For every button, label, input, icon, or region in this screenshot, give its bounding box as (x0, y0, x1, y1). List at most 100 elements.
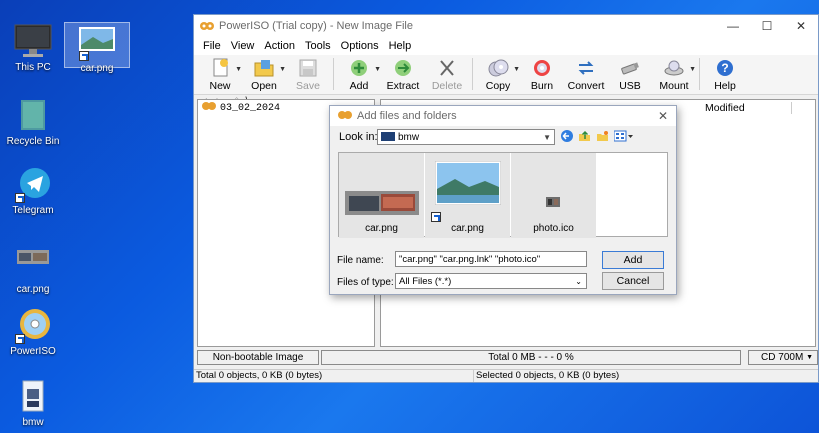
disc-image-icon (202, 101, 216, 115)
desktop-icon-telegram[interactable]: Telegram (0, 165, 66, 217)
look-in-select[interactable]: bmw ▼ (377, 129, 555, 145)
up-folder-icon[interactable] (578, 130, 591, 145)
minimize-button[interactable]: — (716, 19, 750, 33)
toolbar-open-button[interactable]: Open ▼ (242, 54, 286, 94)
files-of-type-select[interactable]: All Files (*.*) ⌄ (395, 273, 587, 289)
desktop-icon-car-png[interactable]: car.png (64, 22, 130, 74)
burn-icon (531, 58, 553, 78)
files-of-type-label: Files of type: (337, 277, 394, 288)
column-divider (791, 102, 792, 114)
desktop-icon-label: Telegram (12, 205, 54, 216)
desktop-icon-label: car.png (16, 284, 50, 295)
dialog-close-button[interactable]: ✕ (658, 109, 668, 123)
back-arrow-icon[interactable] (561, 130, 573, 145)
add-button[interactable]: Add (602, 251, 664, 269)
media-size-select[interactable]: CD 700M ▼ (748, 349, 818, 365)
menu-help[interactable]: Help (384, 40, 417, 52)
chevron-down-icon: ▼ (806, 353, 813, 361)
desktop-icon-label: This PC (15, 62, 51, 73)
file-name: photo.ico (533, 223, 574, 234)
recycle-bin-icon (13, 96, 53, 134)
add-icon (348, 58, 370, 78)
desktop-icon-car-png-2[interactable]: car.png (0, 244, 66, 296)
toolbar-delete-button[interactable]: Delete (425, 54, 469, 94)
objects-total: Total 0 objects, 0 KB (0 bytes) (194, 370, 474, 382)
icon-file-thumbnail (546, 197, 560, 210)
usb-icon (619, 58, 641, 78)
svg-text:?: ? (721, 61, 728, 75)
desktop-icon-label: bmw (22, 417, 44, 428)
mount-icon (663, 58, 685, 78)
open-folder-icon (253, 58, 275, 78)
chevron-down-icon: ▼ (543, 132, 551, 142)
shortcut-arrow-icon (15, 334, 25, 344)
info-bar: Total 0 objects, 0 KB (0 bytes) Selected… (194, 369, 818, 382)
chevron-down-icon: ⌄ (575, 276, 582, 286)
menu-view[interactable]: View (226, 40, 260, 52)
file-name-input[interactable]: "car.png" "car.png.lnk" "photo.ico" (395, 251, 587, 267)
image-thumbnail-icon (13, 244, 53, 282)
extract-icon (392, 58, 414, 78)
menu-action[interactable]: Action (259, 40, 300, 52)
toolbar-copy-button[interactable]: Copy ▼ (476, 54, 520, 94)
toolbar-save-button[interactable]: Save (286, 54, 330, 94)
desktop-icon-poweriso[interactable]: PowerISO (0, 306, 66, 358)
cancel-button[interactable]: Cancel (602, 272, 664, 290)
telegram-icon (13, 165, 53, 203)
dialog-title: Add files and folders (357, 110, 457, 122)
chevron-down-icon[interactable]: ▼ (513, 66, 520, 73)
dialog-file-list[interactable]: car.png car.png photo.ico (338, 152, 668, 238)
image-thumbnail (345, 191, 419, 218)
toolbar-mount-button[interactable]: Mount ▼ (652, 54, 696, 94)
title-bar: PowerISO (Trial copy) - New Image File —… (194, 15, 818, 37)
file-item[interactable]: car.png (425, 153, 510, 238)
file-item[interactable]: photo.ico (511, 153, 596, 238)
menu-file[interactable]: File (198, 40, 226, 52)
shortcut-arrow-icon (79, 51, 89, 61)
chevron-down-icon[interactable]: ▼ (689, 66, 696, 73)
poweriso-app-icon (200, 20, 214, 32)
objects-selected: Selected 0 objects, 0 KB (0 bytes) (476, 370, 620, 381)
toolbar-extract-button[interactable]: Extract (381, 54, 425, 94)
status-bar: Non-bootable Image Total 0 MB - - - 0 % … (194, 348, 818, 366)
chevron-down-icon[interactable]: ▼ (279, 66, 286, 73)
new-file-icon (209, 58, 231, 78)
landscape-image-thumbnail (434, 160, 502, 208)
toolbar-burn-button[interactable]: Burn (520, 54, 564, 94)
desktop-icon-bmw[interactable]: bmw (0, 377, 66, 429)
view-menu-icon[interactable] (613, 130, 634, 145)
save-disk-icon (297, 58, 319, 78)
toolbar-new-button[interactable]: New ▼ (198, 54, 242, 94)
desktop-icon-label: PowerISO (10, 346, 56, 357)
desktop-icon-recycle-bin[interactable]: Recycle Bin (0, 96, 66, 148)
toolbar-usb-button[interactable]: USB (608, 54, 652, 94)
chevron-down-icon[interactable]: ▼ (374, 66, 381, 73)
window-title: PowerISO (Trial copy) - New Image File (219, 20, 413, 32)
chevron-down-icon[interactable]: ▼ (235, 66, 242, 73)
shortcut-arrow-icon (431, 212, 441, 222)
toolbar-separator (472, 58, 473, 90)
menu-tools[interactable]: Tools (300, 40, 336, 52)
toolbar-convert-button[interactable]: Convert (564, 54, 608, 94)
toolbar-help-button[interactable]: ? Help (703, 54, 747, 94)
toolbar-add-button[interactable]: Add ▼ (337, 54, 381, 94)
toolbar-separator (333, 58, 334, 90)
close-button[interactable]: ✕ (784, 19, 818, 33)
maximize-button[interactable]: ☐ (750, 19, 784, 33)
dialog-title-bar: Add files and folders ✕ (330, 106, 676, 126)
menu-options[interactable]: Options (336, 40, 384, 52)
file-item[interactable]: car.png (339, 153, 424, 238)
shortcut-arrow-icon (15, 193, 25, 203)
toolbar-separator (699, 58, 700, 90)
dialog-nav-buttons (561, 130, 634, 145)
image-file-icon (77, 23, 117, 61)
folder-icon (381, 131, 395, 144)
file-name: car.png (365, 223, 398, 234)
desktop-icon-this-pc[interactable]: This PC (0, 22, 66, 74)
poweriso-disc-icon (13, 306, 53, 344)
new-folder-icon[interactable] (596, 130, 609, 145)
poweriso-app-icon (338, 110, 352, 123)
column-header-modified[interactable]: Modified (705, 102, 745, 114)
look-in-label: Look in: (339, 131, 378, 143)
capacity-status: Total 0 MB - - - 0 % (321, 349, 741, 365)
